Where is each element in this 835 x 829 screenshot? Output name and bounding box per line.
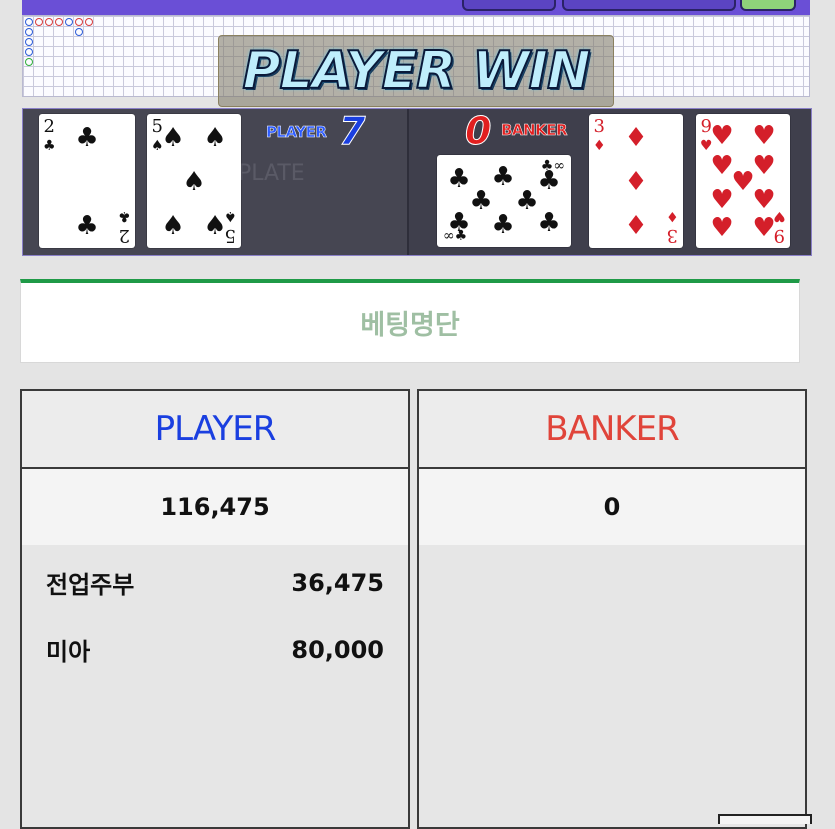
board-tab-left[interactable]	[462, 0, 556, 11]
card-pip: ♠	[182, 167, 206, 197]
card-index-bottom: 9 ♥	[773, 208, 786, 246]
road-bead-tie	[25, 58, 33, 66]
road-bead-banker	[45, 18, 53, 26]
player-label: PLAYER	[266, 123, 327, 142]
result-banner-text: PLAYER WIN	[241, 40, 591, 102]
bettor-row: 미아 80,000	[22, 616, 408, 683]
player-column-header: PLAYER	[22, 391, 408, 469]
board-top-bar	[22, 0, 810, 15]
card-pip: ♣	[75, 211, 99, 241]
plate-watermark: PLATE	[238, 161, 305, 186]
player-card-1: 2 ♣ ♣ ♣ 2 ♣	[39, 114, 135, 248]
banker-column-header: BANKER	[419, 391, 805, 469]
result-banner: PLAYER WIN	[218, 35, 614, 107]
bettor-name: 미아	[46, 638, 91, 666]
card-pip: ♦	[624, 123, 648, 153]
banker-card-3: 9 ♥ ♥ ♥ ♥ ♥ ♥ ♥ ♥ ♥ ♥ 9 ♥	[696, 114, 790, 248]
player-total-amount: 116,475	[160, 493, 270, 521]
bottom-tab-button[interactable]	[718, 814, 812, 824]
road-bead-player	[75, 28, 83, 36]
road-bead-player	[25, 38, 33, 46]
card-pip: ♣	[537, 208, 561, 238]
banker-score: 0	[464, 109, 492, 154]
road-bead-player	[25, 18, 33, 26]
card-pip: ♣	[515, 186, 539, 216]
card-pip: ♠	[161, 211, 185, 241]
banker-total-amount: 0	[603, 493, 621, 521]
road-bead-banker	[85, 18, 93, 26]
road-bead-player	[65, 18, 73, 26]
bettor-amount: 80,000	[291, 635, 384, 664]
bettor-name: 전업주부	[46, 571, 135, 599]
card-index-bottom: 3 ♦	[666, 208, 679, 246]
card-pip: ♥	[710, 121, 734, 151]
card-pip: ♥	[710, 213, 734, 243]
card-pip: ♠	[161, 123, 185, 153]
bettor-amount: 36,475	[291, 568, 384, 597]
card-pip: ♥	[731, 167, 755, 197]
betting-list-title: 베팅명단	[360, 310, 460, 341]
banker-label: BANKER	[501, 121, 568, 140]
board-tab-middle[interactable]	[562, 0, 736, 11]
card-pip: ♣	[469, 186, 493, 216]
banker-hand-area: 0 BANKER ♣ ♣ ♣ ♣ ♣ ♣ ♣ ♣ ♣∞ ∞♣ 3 ♦ ♦ ♦ ♦ …	[409, 109, 811, 255]
player-total: 116,475	[22, 469, 408, 545]
player-column-title: PLAYER	[154, 409, 277, 449]
card-pip: ♦	[624, 211, 648, 241]
road-bead-banker	[35, 18, 43, 26]
card-pip: ♠	[203, 123, 227, 153]
player-hand-area: PLATE 2 ♣ ♣ ♣ 2 ♣ 5 ♠ ♠ ♠ ♠ ♠ ♠ 5 ♠ PLAYER 7	[23, 109, 407, 255]
card-pip: ♥	[752, 151, 776, 181]
road-bead-banker	[75, 18, 83, 26]
road-bead-player	[25, 28, 33, 36]
banker-card-1: ♣ ♣ ♣ ♣ ♣ ♣ ♣ ♣ ♣∞ ∞♣	[437, 155, 571, 247]
card-index-top: 3 ♦	[593, 116, 606, 155]
card-index-top: ♣∞	[540, 158, 565, 174]
card-pip: ♥	[710, 151, 734, 181]
card-index-top: 2 ♣	[43, 116, 56, 155]
card-pip: ♣	[75, 123, 99, 153]
road-bead-banker	[55, 18, 63, 26]
bettor-row: 전업주부 36,475	[22, 549, 408, 616]
card-pip: ♥	[710, 185, 734, 215]
board-tab-right[interactable]	[740, 0, 796, 11]
player-score: 7	[338, 109, 366, 154]
card-pip: ♣	[447, 164, 471, 194]
card-index-bottom: 2 ♣	[118, 208, 131, 246]
card-pip: ♣	[491, 210, 515, 240]
banker-bets-column: BANKER 0	[417, 389, 807, 829]
card-index-bottom: ∞♣	[443, 228, 468, 244]
banker-total: 0	[419, 469, 805, 545]
card-table: PLATE 2 ♣ ♣ ♣ 2 ♣ 5 ♠ ♠ ♠ ♠ ♠ ♠ 5 ♠ PLAYER 7…	[22, 108, 812, 256]
card-pip: ♥	[752, 121, 776, 151]
player-bets-column: PLAYER 116,475 전업주부 36,475 미아 80,000	[20, 389, 410, 829]
road-bead-player	[25, 48, 33, 56]
card-index-bottom: 5 ♠	[224, 208, 237, 246]
banker-column-title: BANKER	[545, 409, 679, 449]
banker-card-2: 3 ♦ ♦ ♦ ♦ 3 ♦	[589, 114, 683, 248]
betting-list-header: 베팅명단	[20, 279, 800, 363]
player-card-2: 5 ♠ ♠ ♠ ♠ ♠ ♠ 5 ♠	[147, 114, 241, 248]
card-pip: ♦	[624, 167, 648, 197]
card-pip: ♣	[491, 162, 515, 192]
